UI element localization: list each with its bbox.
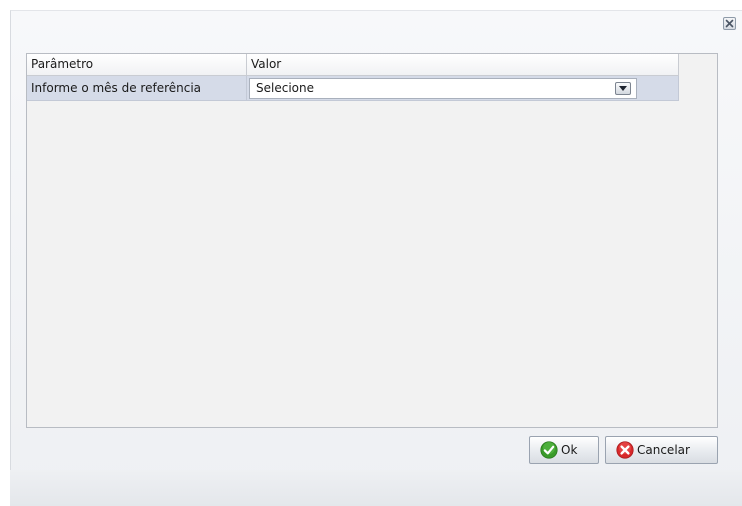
parameters-dialog: Parâmetro Valor Informe o mês de referên… [0,0,742,506]
parameters-panel: Parâmetro Valor Informe o mês de referên… [26,53,718,428]
cancel-button-label: Cancelar [637,443,690,457]
month-select[interactable]: Selecione [249,78,637,99]
value-cell: Selecione [247,76,679,100]
dropdown-button[interactable] [615,82,631,95]
parameters-grid: Parâmetro Valor Informe o mês de referên… [27,54,679,101]
grid-header: Parâmetro Valor [27,54,679,76]
ok-button-label: Ok [561,443,578,457]
month-select-value: Selecione [256,81,314,95]
parameter-label: Informe o mês de referência [27,76,247,100]
column-header-parameter[interactable]: Parâmetro [27,54,247,75]
close-icon [725,19,734,28]
ok-button[interactable]: Ok [529,436,599,464]
table-row[interactable]: Informe o mês de referência Selecione [27,76,679,101]
cancel-icon [616,441,634,459]
chevron-down-icon [619,86,627,91]
cancel-button[interactable]: Cancelar [605,436,718,464]
check-icon [540,441,558,459]
close-button[interactable] [723,17,736,30]
column-header-value[interactable]: Valor [247,54,679,75]
dialog-footer [10,470,742,506]
